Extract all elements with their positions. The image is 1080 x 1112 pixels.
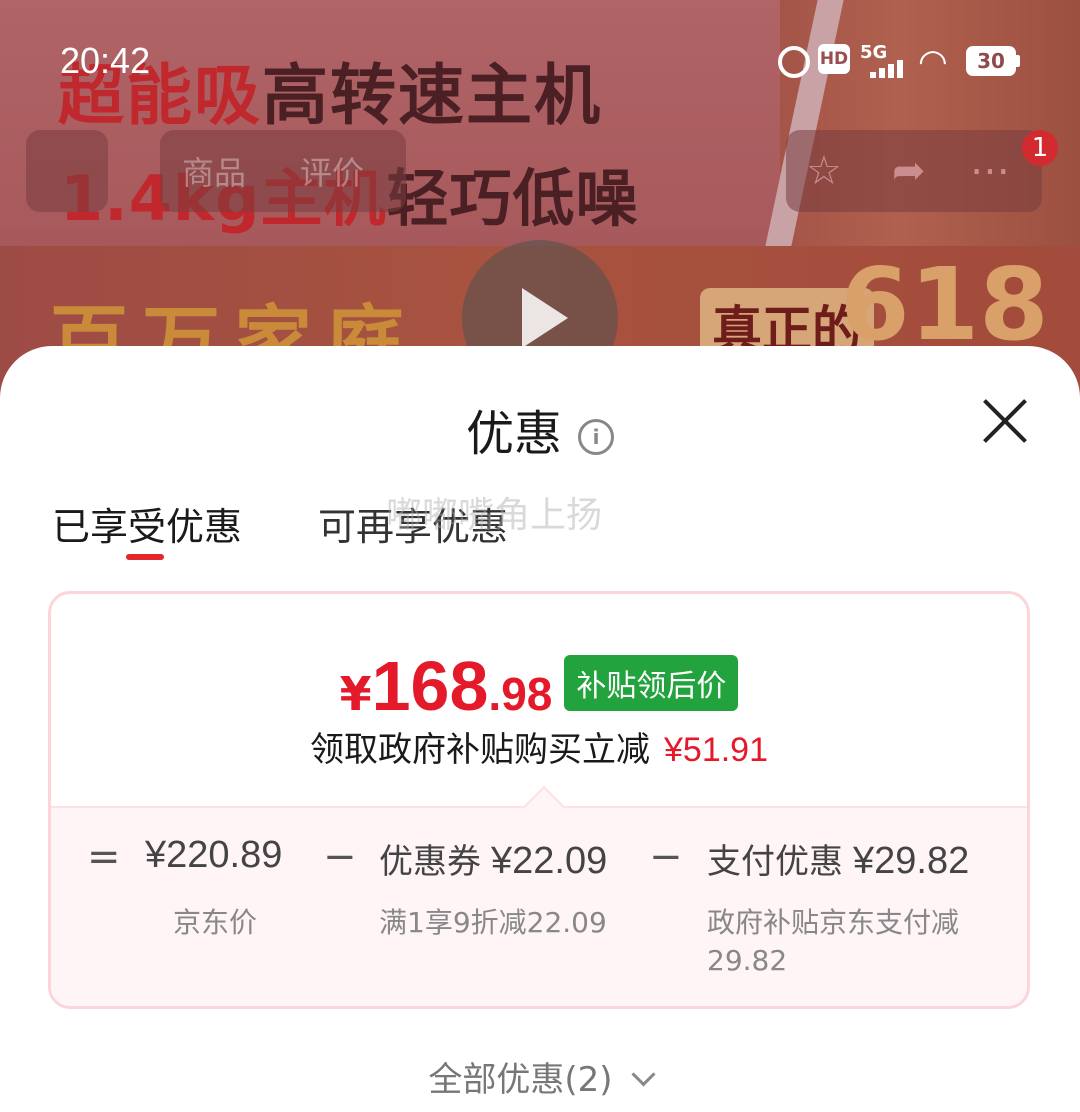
wifi-icon: ◠ [918,42,948,82]
payment-offer-desc: 政府补贴京东支付减 29.82 [707,906,960,977]
sheet-title: 优惠 i [0,394,1080,464]
battery-tip [1016,55,1020,67]
jd-price-value: ¥220.89 [145,834,283,876]
final-price: ¥168.98 补贴领后价 [51,646,1027,726]
subsidy-amount: ¥51.91 [664,731,768,769]
subsidy-price-tag: 补贴领后价 [564,655,739,711]
tab-product[interactable]: 商品 [182,148,246,194]
watermark: 嘟嘟嘴角上扬 [386,495,603,536]
alarm-icon [778,46,810,78]
nav-tabs: 商品 评价 [160,130,406,212]
hd-icon: HD [818,44,850,74]
payment-offer-item: 支付优惠 ¥29.82 [707,840,970,882]
offers-sheet: 优惠 i 已享受优惠 可再享优惠 嘟嘟嘴角上扬 ¥168.98 补贴领后价 领取政府… [0,346,1080,1112]
tab-reviews[interactable]: 评价 [300,148,364,194]
share-icon[interactable]: ➦ [892,148,926,194]
equals-sign: = [87,834,121,880]
signal-icon [870,58,910,78]
minus-sign: − [323,834,357,880]
status-bar: 20:42 HD 5G ◠ 30 [0,30,1080,94]
subsidy-row: 领取政府补贴购买立减 ¥51.91 [310,730,768,770]
status-time: 20:42 [60,40,151,81]
close-icon[interactable] [980,396,1030,446]
price-breakdown-card: ¥168.98 补贴领后价 领取政府补贴购买立减 ¥51.91 = ¥220.89 … [48,591,1030,1009]
notification-badge: 1 [1022,130,1058,166]
jd-price-label: 京东价 [173,906,258,939]
tab-enjoyed-offers[interactable]: 已享受优惠 [52,496,242,551]
star-icon[interactable]: ☆ [806,148,842,194]
coupon-desc: 满1享9折减22.09 [379,906,607,939]
all-offers-toggle[interactable]: 全部优惠(2) [0,1052,1080,1101]
all-offers-label: 全部优惠(2) [428,1060,613,1100]
coupon-item: 优惠券 ¥22.09 [379,840,608,882]
more-icon[interactable]: ⋯ [970,148,1012,194]
battery-icon: 30 [966,46,1016,76]
info-icon[interactable]: i [578,419,614,455]
play-icon [522,288,568,348]
chevron-down-icon [631,1062,656,1087]
active-tab-indicator [126,554,164,560]
back-button[interactable] [26,130,108,212]
nav-actions: ☆ ➦ ⋯ [786,130,1042,212]
minus-sign-2: − [649,834,683,880]
